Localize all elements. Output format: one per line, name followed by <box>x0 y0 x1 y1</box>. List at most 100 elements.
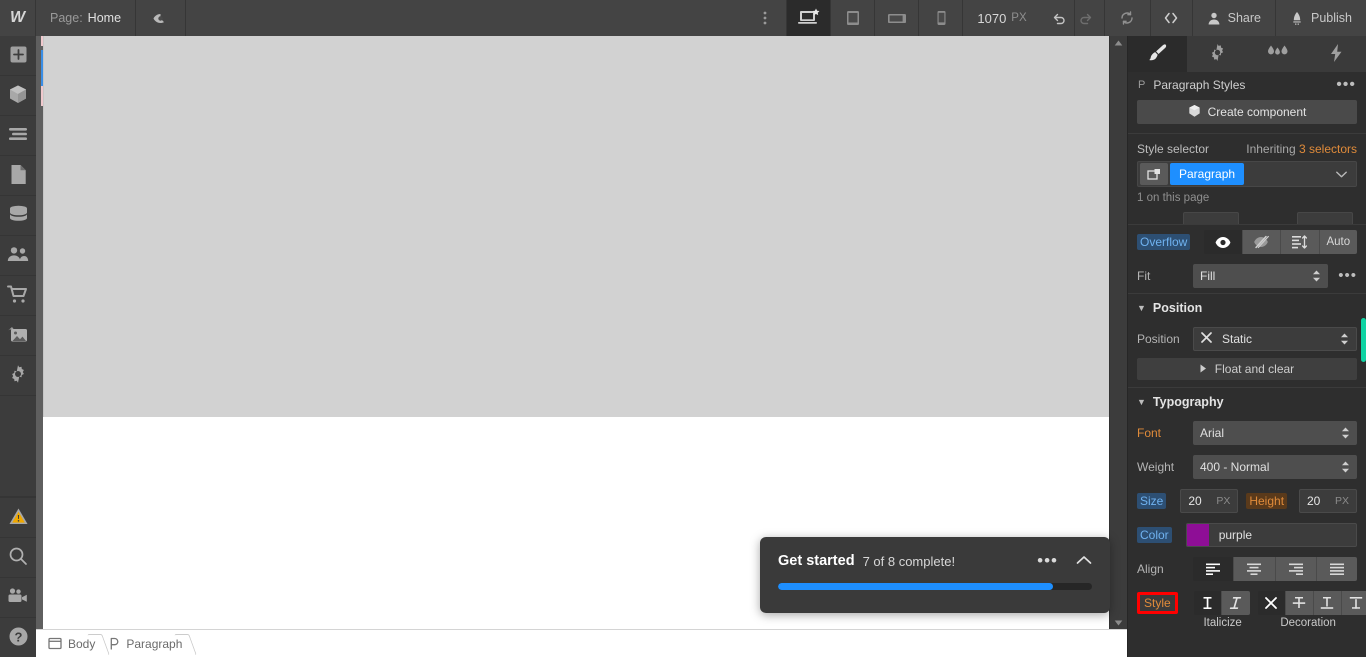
get-started-progress-fill <box>778 583 1053 590</box>
sidebar-item-video[interactable] <box>0 577 36 617</box>
fit-select[interactable]: Fill <box>1193 264 1329 288</box>
font-label[interactable]: Font <box>1137 426 1185 440</box>
viewport-width-display: 1070 PX <box>963 0 1044 36</box>
create-component-button[interactable]: Create component <box>1137 100 1357 124</box>
code-view-button[interactable] <box>1151 0 1193 36</box>
size-label[interactable]: Size <box>1137 493 1167 509</box>
tab-style[interactable] <box>1128 36 1188 72</box>
viewport-mobile-portrait[interactable] <box>919 0 964 36</box>
panel-scroll-indicator[interactable] <box>1361 318 1366 362</box>
scroll-up-arrow-icon[interactable] <box>1110 36 1127 49</box>
inheriting-count[interactable]: 3 selectors <box>1299 142 1357 156</box>
sidebar-item-components[interactable] <box>0 76 36 116</box>
webflow-logo[interactable]: W <box>0 0 36 36</box>
overline-button[interactable] <box>1341 591 1366 615</box>
style-selector-input[interactable]: Paragraph <box>1137 161 1357 187</box>
tab-interactions[interactable] <box>1247 36 1308 72</box>
redo-button[interactable] <box>1075 0 1105 36</box>
fit-more-options[interactable]: ••• <box>1336 268 1357 283</box>
fit-value: Fill <box>1200 269 1216 283</box>
more-options-button[interactable] <box>743 0 788 36</box>
line-height-input[interactable]: 20 PX <box>1299 489 1357 513</box>
chevron-down-icon[interactable] <box>1336 167 1354 181</box>
combo-class-icon[interactable] <box>1140 163 1168 185</box>
tab-effects[interactable] <box>1307 36 1366 72</box>
color-label[interactable]: Color <box>1137 527 1172 543</box>
sidebar-item-navigator[interactable] <box>0 116 36 156</box>
clipped-control-right[interactable] <box>1297 212 1353 224</box>
mobile-portrait-icon <box>933 8 949 28</box>
underline-button[interactable] <box>1313 591 1342 615</box>
sidebar-item-settings[interactable] <box>0 356 36 396</box>
size-height-row: Size 20 PX Height 20 PX <box>1128 484 1366 518</box>
align-right-button[interactable] <box>1275 557 1317 581</box>
sidebar-item-pages[interactable] <box>0 156 36 196</box>
eye-icon <box>152 10 169 27</box>
sidebar-item-assets[interactable] <box>0 316 36 356</box>
sidebar-item-add[interactable] <box>0 36 36 76</box>
breadcrumb-item-paragraph[interactable]: Paragraph <box>105 630 192 657</box>
position-select[interactable]: Static <box>1193 327 1357 351</box>
page-selector[interactable]: Page: Home <box>36 0 137 36</box>
decoration-none-button[interactable] <box>1257 591 1286 615</box>
color-row: Color purple <box>1128 518 1366 552</box>
overflow-visible-button[interactable] <box>1204 230 1243 254</box>
viewport-mobile-landscape[interactable] <box>875 0 920 36</box>
canvas-vertical-scrollbar[interactable] <box>1109 36 1127 629</box>
overflow-auto-button[interactable]: Auto <box>1319 230 1357 254</box>
style-label[interactable]: Style <box>1137 592 1178 614</box>
scroll-down-arrow-icon[interactable] <box>1110 616 1127 629</box>
get-started-panel[interactable]: Get started 7 of 8 complete! ••• <box>760 537 1110 613</box>
overflow-hidden-button[interactable] <box>1242 230 1282 254</box>
sidebar-item-users[interactable] <box>0 236 36 276</box>
inheriting-label: Inheriting <box>1246 142 1296 156</box>
viewport-tablet[interactable] <box>831 0 876 36</box>
line-height-label[interactable]: Height <box>1246 493 1288 509</box>
sync-button[interactable] <box>1105 0 1151 36</box>
align-center-button[interactable] <box>1234 557 1276 581</box>
x-icon[interactable] <box>1201 332 1212 346</box>
sidebar-item-help[interactable]: ? <box>0 617 36 657</box>
italic-button[interactable] <box>1221 591 1250 615</box>
color-swatch[interactable] <box>1186 524 1209 546</box>
publish-label: Publish <box>1311 11 1352 25</box>
more-horizontal-icon[interactable]: ••• <box>1336 77 1356 93</box>
overflow-options: Auto <box>1204 230 1357 254</box>
text-color-field[interactable]: purple <box>1185 523 1357 547</box>
body-window-icon <box>48 637 62 650</box>
preview-toggle[interactable] <box>136 0 187 36</box>
sidebar-item-search[interactable] <box>0 537 36 577</box>
weight-label: Weight <box>1137 460 1175 474</box>
upright-button[interactable] <box>1193 591 1222 615</box>
undo-button[interactable] <box>1045 0 1075 36</box>
float-and-clear-button[interactable]: Float and clear <box>1137 358 1357 380</box>
strikethrough-button[interactable] <box>1285 591 1314 615</box>
overflow-scroll-button[interactable] <box>1281 230 1320 254</box>
font-size-value: 20 <box>1188 494 1202 508</box>
position-section-title[interactable]: ▼ Position <box>1128 294 1366 322</box>
triangle-right-icon <box>1200 362 1207 376</box>
font-size-input[interactable]: 20 PX <box>1180 489 1239 513</box>
publish-button[interactable]: Publish <box>1276 0 1366 36</box>
font-select[interactable]: Arial <box>1193 421 1357 445</box>
more-horizontal-icon[interactable]: ••• <box>1037 552 1058 569</box>
canvas-hero-section[interactable] <box>43 36 1127 417</box>
scrollbar-track[interactable] <box>1110 49 1127 616</box>
breadcrumb-item-body[interactable]: Body <box>44 630 105 657</box>
clipped-control-left[interactable] <box>1183 212 1239 224</box>
align-justify-button[interactable] <box>1316 557 1357 581</box>
style-class-chip[interactable]: Paragraph <box>1170 163 1245 185</box>
plus-icon <box>9 45 28 67</box>
sidebar-item-audit[interactable] <box>0 497 36 537</box>
overflow-label[interactable]: Overflow <box>1137 234 1191 250</box>
weight-select[interactable]: 400 - Normal <box>1193 455 1357 479</box>
cube-icon <box>1188 104 1201 121</box>
sidebar-item-cms[interactable] <box>0 196 36 236</box>
viewport-desktop[interactable] <box>787 0 832 36</box>
align-left-button[interactable] <box>1193 557 1235 581</box>
sidebar-item-ecommerce[interactable] <box>0 276 36 316</box>
tab-settings[interactable] <box>1187 36 1248 72</box>
share-button[interactable]: Share <box>1193 0 1276 36</box>
chevron-up-icon[interactable] <box>1076 554 1092 568</box>
typography-section-title[interactable]: ▼ Typography <box>1128 388 1366 416</box>
